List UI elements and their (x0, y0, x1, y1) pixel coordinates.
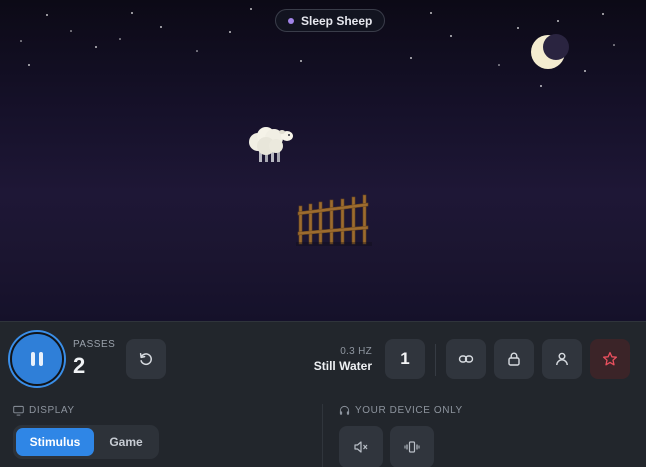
star (229, 31, 231, 33)
passes-count: 2 (73, 353, 86, 378)
passes-label: PASSES (73, 339, 116, 350)
frequency-label: 0.3 HZ (340, 346, 372, 357)
star (46, 14, 48, 16)
star (584, 70, 586, 72)
display-option-stimulus[interactable]: Stimulus (16, 428, 94, 456)
star (131, 12, 133, 14)
link-icon (458, 355, 474, 363)
divider (435, 344, 436, 376)
lock-icon (508, 352, 520, 366)
star (70, 30, 72, 32)
vibrate-icon (404, 441, 420, 453)
star (28, 64, 30, 66)
favorite-button[interactable] (590, 339, 630, 379)
device-label: YOUR DEVICE ONLY (355, 405, 463, 416)
monitor-icon (13, 405, 24, 416)
star (613, 44, 615, 46)
scene-title-pill: Sleep Sheep (275, 9, 386, 32)
headphones-icon (339, 405, 350, 415)
sound-name[interactable]: Still Water (314, 359, 372, 373)
lock-button[interactable] (494, 339, 534, 379)
pause-icon-bar (39, 352, 43, 366)
user-icon (556, 352, 568, 366)
star (450, 35, 452, 37)
profile-button[interactable] (542, 339, 582, 379)
star (430, 12, 432, 14)
star (557, 20, 559, 22)
star (196, 50, 198, 52)
sheep-icon (249, 127, 293, 162)
star (540, 85, 542, 87)
fence-icon (296, 194, 372, 246)
restart-button[interactable] (126, 339, 166, 379)
speaker-mute-icon (354, 441, 368, 453)
count-button[interactable]: 1 (385, 339, 425, 379)
status-dot (288, 17, 294, 24)
section-divider (322, 404, 323, 467)
display-section-header: DISPLAY (13, 405, 75, 416)
display-mode-toggle: Stimulus Game (13, 425, 159, 459)
control-panel: PASSES 2 0.3 HZ Still Water 1 DISPLAY St… (0, 321, 646, 467)
star (250, 8, 252, 10)
display-label: DISPLAY (29, 405, 75, 416)
star (300, 60, 302, 62)
star (95, 46, 97, 48)
scene-title: Sleep Sheep (301, 13, 373, 28)
pause-button[interactable] (10, 332, 64, 386)
pause-icon (31, 352, 35, 366)
restart-icon (139, 353, 152, 366)
star (498, 64, 500, 66)
star (119, 38, 121, 40)
vibrate-button[interactable] (390, 426, 434, 467)
star-icon (602, 351, 618, 366)
star (160, 26, 162, 28)
star (517, 27, 519, 29)
star (602, 13, 604, 15)
night-scene: Sleep Sheep (0, 0, 646, 321)
moon-icon (531, 34, 569, 69)
share-link-button[interactable] (446, 339, 486, 379)
mute-button[interactable] (339, 426, 383, 467)
display-option-game[interactable]: Game (96, 428, 156, 456)
star (20, 40, 22, 42)
star (410, 57, 412, 59)
device-section-header: YOUR DEVICE ONLY (339, 405, 463, 416)
